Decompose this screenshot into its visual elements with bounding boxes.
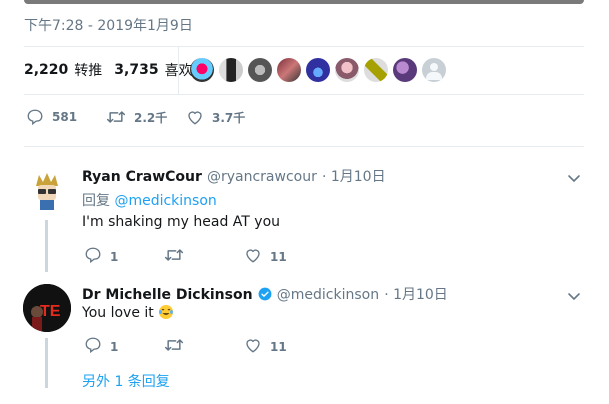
reply-count: 1: [110, 339, 119, 354]
divider: [24, 94, 584, 95]
reply-count: 581: [52, 110, 78, 124]
reply-action[interactable]: 1: [84, 336, 118, 357]
more-options-button[interactable]: [567, 288, 581, 307]
retweets-label[interactable]: 转推: [74, 60, 102, 80]
like-action[interactable]: 3.7千: [186, 108, 245, 126]
reply-header: Ryan CrawCour @ryancrawcour · 1月10日: [82, 166, 386, 186]
reply-action[interactable]: 581: [26, 108, 77, 126]
more-options-button[interactable]: [567, 170, 581, 189]
reply-count: 1: [110, 249, 119, 264]
replying-to-prefix: 回复: [82, 193, 110, 209]
svg-text:TE: TE: [40, 303, 61, 320]
like-count: 3.7千: [212, 110, 246, 125]
chevron-down-icon: [567, 288, 581, 307]
reply-body: You love it: [82, 304, 174, 324]
heart-icon: [186, 108, 204, 126]
like-count: 11: [270, 249, 287, 264]
avatar[interactable]: TE: [23, 284, 71, 332]
reply-text: You love it: [82, 305, 154, 321]
author-handle[interactable]: @ryancrawcour: [207, 169, 317, 185]
retweet-icon: [106, 108, 126, 126]
retweet-icon: [164, 246, 184, 267]
retweets-count[interactable]: 2,220: [24, 62, 68, 78]
author-name[interactable]: Ryan CrawCour: [82, 169, 202, 185]
reply-date[interactable]: · 1月10日: [322, 169, 386, 185]
thread-line: [45, 220, 48, 272]
scroll-indicator: [24, 0, 584, 4]
tweet-stats: 2,220 转推 3,735 喜欢: [24, 60, 199, 80]
divider: [24, 146, 584, 147]
avatar[interactable]: [24, 166, 70, 212]
avatar[interactable]: [277, 58, 301, 82]
replying-to: 回复 @medickinson: [82, 190, 217, 210]
replying-to-handle[interactable]: @medickinson: [114, 193, 216, 209]
heart-icon: [244, 336, 262, 357]
reply-icon: [84, 336, 102, 357]
avatar[interactable]: [306, 58, 330, 82]
chevron-down-icon: [567, 170, 581, 189]
stats-divider: [178, 47, 179, 94]
thread-dots: [45, 373, 48, 388]
avatar[interactable]: [248, 58, 272, 82]
like-count: 11: [270, 339, 287, 354]
liker-avatars: [190, 58, 446, 82]
reply-text: I'm shaking my head AT you: [82, 214, 281, 230]
tweet-timestamp: 下午7:28 - 2019年1月9日: [24, 18, 193, 34]
tears-of-joy-emoji-icon: [158, 304, 174, 324]
avatar[interactable]: [393, 58, 417, 82]
retweet-count: 2.2千: [134, 110, 168, 125]
avatar[interactable]: [335, 58, 359, 82]
avatar[interactable]: [422, 58, 446, 82]
reply-icon: [84, 246, 102, 267]
reply-header: Dr Michelle Dickinson @medickinson · 1月1…: [82, 284, 448, 305]
reply-icon: [26, 108, 44, 126]
like-action[interactable]: 11: [244, 246, 287, 267]
avatar[interactable]: [364, 58, 388, 82]
retweet-action[interactable]: 2.2千: [106, 108, 167, 126]
heart-icon: [244, 246, 262, 267]
like-action[interactable]: 11: [244, 336, 287, 357]
reply-date[interactable]: · 1月10日: [384, 287, 448, 303]
verified-badge-icon: [258, 286, 272, 305]
avatar[interactable]: [190, 58, 214, 82]
retweet-action[interactable]: [164, 336, 184, 357]
author-name[interactable]: Dr Michelle Dickinson: [82, 287, 253, 303]
author-handle[interactable]: @medickinson: [277, 287, 379, 303]
likes-count[interactable]: 3,735: [114, 62, 158, 78]
reply-action[interactable]: 1: [84, 246, 118, 267]
divider: [24, 46, 584, 47]
avatar[interactable]: [219, 58, 243, 82]
retweet-action[interactable]: [164, 246, 184, 267]
retweet-icon: [164, 336, 184, 357]
show-more-replies-link[interactable]: 另外 1 条回复: [82, 371, 170, 391]
